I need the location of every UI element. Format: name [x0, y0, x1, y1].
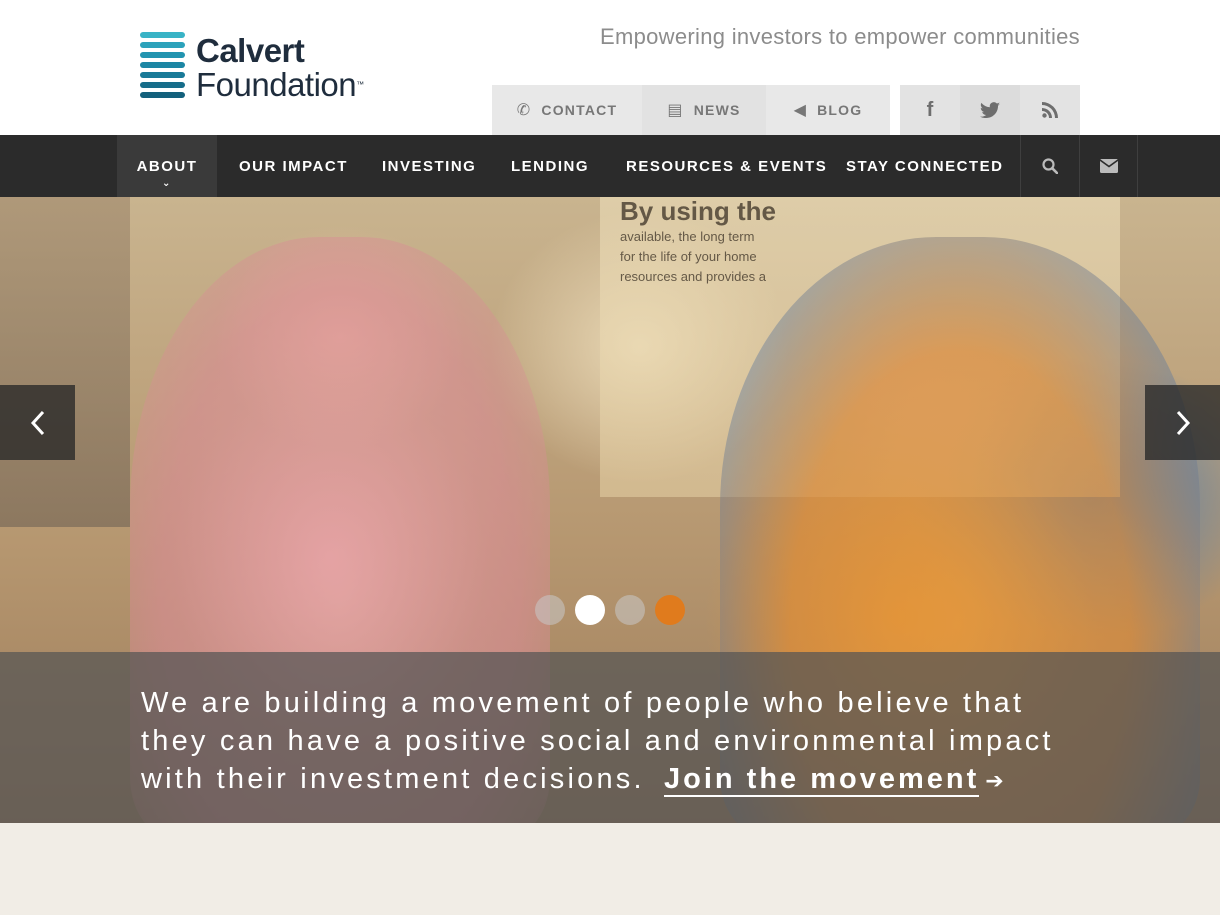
document-icon: ▤	[667, 102, 684, 119]
carousel-prev-button[interactable]	[0, 385, 75, 460]
blog-link[interactable]: ◀ BLOG	[766, 85, 890, 135]
poster-line: available, the long term	[620, 229, 755, 244]
logo-wordmark: Calvert Foundation™	[196, 34, 364, 102]
poster-line: for the life of your home	[620, 249, 757, 264]
hero-background-board	[0, 197, 130, 527]
chevron-down-icon: ⌄	[162, 178, 172, 189]
carousel-dot[interactable]	[535, 595, 565, 625]
nav-stay-connected[interactable]: STAY CONNECTED	[846, 135, 1003, 197]
nav-resources-events[interactable]: RESOURCES & EVENTS	[626, 135, 827, 197]
nav-lending[interactable]: LENDING	[511, 135, 589, 197]
carousel-dot-active[interactable]	[575, 595, 605, 625]
nav-resources-events-label: RESOURCES & EVENTS	[626, 157, 828, 175]
poster-line: resources and provides a	[620, 269, 766, 284]
logo-trademark: ™	[356, 80, 364, 89]
carousel-next-button[interactable]	[1145, 385, 1220, 460]
logo-waves-icon	[140, 30, 186, 106]
nav-our-impact[interactable]: OUR IMPACT	[239, 135, 348, 197]
site-header: Calvert Foundation™ Empowering investors…	[0, 0, 1220, 135]
facebook-icon[interactable]: f	[900, 85, 960, 135]
carousel-dot[interactable]	[655, 595, 685, 625]
hero-carousel: By using the available, the long term fo…	[0, 197, 1220, 823]
hero-caption-bar: We are building a movement of people who…	[0, 652, 1220, 823]
nav-lending-label: LENDING	[511, 157, 589, 175]
poster-line: By using the	[620, 197, 777, 226]
envelope-icon[interactable]	[1079, 135, 1138, 197]
carousel-dot[interactable]	[615, 595, 645, 625]
news-link[interactable]: ▤ NEWS	[642, 85, 766, 135]
twitter-icon[interactable]	[960, 85, 1020, 135]
main-nav: ABOUT ⌄ OUR IMPACT INVESTING LENDING RES…	[0, 135, 1220, 197]
phone-icon: ✆	[516, 102, 532, 119]
nav-about[interactable]: ABOUT ⌄	[117, 135, 217, 197]
megaphone-icon: ◀	[793, 102, 808, 119]
site-tagline: Empowering investors to empower communit…	[600, 24, 1080, 49]
contact-label: CONTACT	[541, 102, 618, 118]
blog-label: BLOG	[817, 102, 863, 118]
social-links: f	[900, 85, 1080, 135]
search-icon[interactable]	[1020, 135, 1079, 197]
hero-caption: We are building a movement of people who…	[141, 684, 1081, 800]
calvert-foundation-logo[interactable]: Calvert Foundation™	[140, 30, 390, 106]
nav-stay-connected-label: STAY CONNECTED	[846, 157, 1004, 175]
nav-about-label: ABOUT	[136, 157, 198, 175]
news-label: NEWS	[693, 102, 741, 118]
contact-link[interactable]: ✆ CONTACT	[492, 85, 642, 135]
nav-our-impact-label: OUR IMPACT	[239, 157, 348, 175]
carousel-pagination	[535, 595, 685, 625]
rss-icon[interactable]	[1020, 85, 1080, 135]
arrow-right-icon: ➔	[985, 768, 1007, 793]
logo-line2: Foundation	[196, 66, 357, 103]
hero-poster-text: By using the available, the long term fo…	[620, 197, 776, 287]
utility-nav: ✆ CONTACT ▤ NEWS ◀ BLOG	[492, 85, 890, 135]
join-movement-link[interactable]: Join the movement	[664, 763, 980, 797]
nav-investing-label: INVESTING	[382, 157, 477, 175]
content-area-background	[0, 823, 1220, 915]
nav-investing[interactable]: INVESTING	[382, 135, 476, 197]
logo-line1: Calvert	[196, 32, 305, 69]
